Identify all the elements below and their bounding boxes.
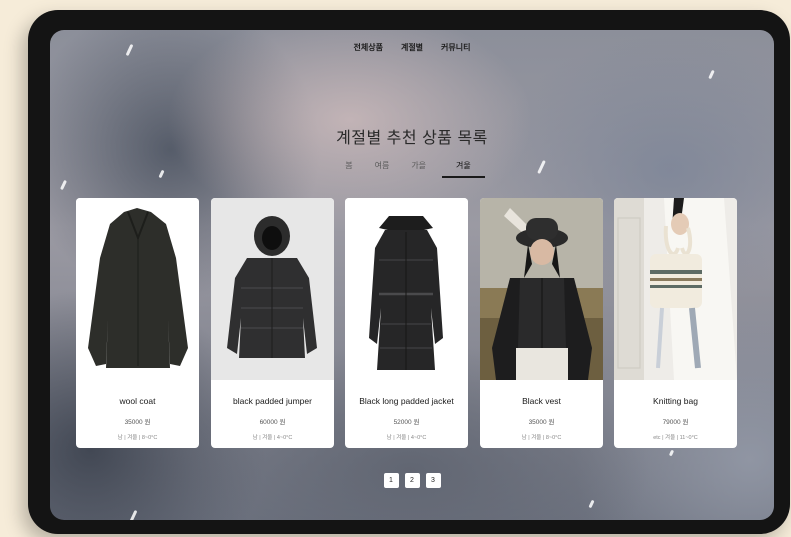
tab-winter[interactable]: 겨울: [442, 160, 485, 178]
snowflake: [708, 69, 715, 80]
nav-item-seasonal[interactable]: 계절별: [401, 42, 423, 53]
page-button-2[interactable]: 2: [404, 473, 420, 488]
product-price: 35000 원: [124, 419, 151, 426]
top-nav: 전체상품 계절별 커뮤니티: [50, 42, 774, 53]
product-card[interactable]: black padded jumper 60000 원 남 | 겨울 | 4~0…: [211, 198, 334, 448]
vest-model-image: [480, 198, 603, 380]
product-card[interactable]: wool coat 35000 원 남 | 겨울 | 8~0°C: [76, 198, 199, 448]
product-card[interactable]: Knitting bag 79000 원 etc | 겨울 | 11~0°C: [614, 198, 737, 448]
knitting-bag-image: [614, 198, 737, 380]
product-price: 79000 원: [662, 419, 689, 426]
tab-spring[interactable]: 봄: [339, 160, 358, 178]
nav-item-community[interactable]: 커뮤니티: [441, 42, 470, 53]
snowflake: [588, 499, 595, 509]
product-meta: 남 | 겨울 | 8~0°C: [117, 435, 158, 441]
nav-item-all-products[interactable]: 전체상품: [354, 42, 383, 53]
product-meta: etc | 겨울 | 11~0°C: [653, 435, 698, 441]
product-name: black padded jumper: [233, 396, 312, 406]
snowflake: [129, 509, 138, 520]
product-price: 35000 원: [528, 419, 555, 426]
padded-jumper-image: [211, 198, 334, 380]
product-card[interactable]: Black vest 35000 원 남 | 겨울 | 8~0°C: [480, 198, 603, 448]
season-tabs: 봄 여름 가을 겨울: [50, 160, 774, 178]
product-meta: 남 | 겨울 | 8~0°C: [521, 435, 562, 441]
tab-summer[interactable]: 여름: [369, 160, 396, 178]
wool-coat-image: [76, 198, 199, 380]
product-meta: 남 | 겨울 | 4~0°C: [252, 435, 293, 441]
product-name: Knitting bag: [653, 396, 698, 406]
long-padded-jacket-image: [345, 198, 468, 380]
product-name: Black vest: [522, 396, 561, 406]
page-button-1[interactable]: 1: [383, 473, 399, 488]
page-title: 계절별 추천 상품 목록: [336, 130, 488, 147]
page-button-3[interactable]: 3: [425, 473, 441, 488]
tablet-frame: 전체상품 계절별 커뮤니티 계절별 추천 상품 목록 봄 여름 가을 겨울 wo…: [28, 10, 790, 534]
tab-autumn[interactable]: 가을: [405, 160, 432, 178]
product-meta: 남 | 겨울 | 4~0°C: [386, 435, 427, 441]
app-screen: 전체상품 계절별 커뮤니티 계절별 추천 상품 목록 봄 여름 가을 겨울 wo…: [50, 30, 774, 520]
product-price: 52000 원: [393, 419, 420, 426]
product-card[interactable]: Black long padded jacket 52000 원 남 | 겨울 …: [345, 198, 468, 448]
snowflake: [668, 449, 675, 457]
pagination: 1 2 3: [50, 473, 774, 488]
product-price: 60000 원: [259, 419, 286, 426]
product-name: wool coat: [119, 396, 156, 406]
snowflake: [60, 179, 67, 191]
product-name: Black long padded jacket: [359, 396, 454, 406]
